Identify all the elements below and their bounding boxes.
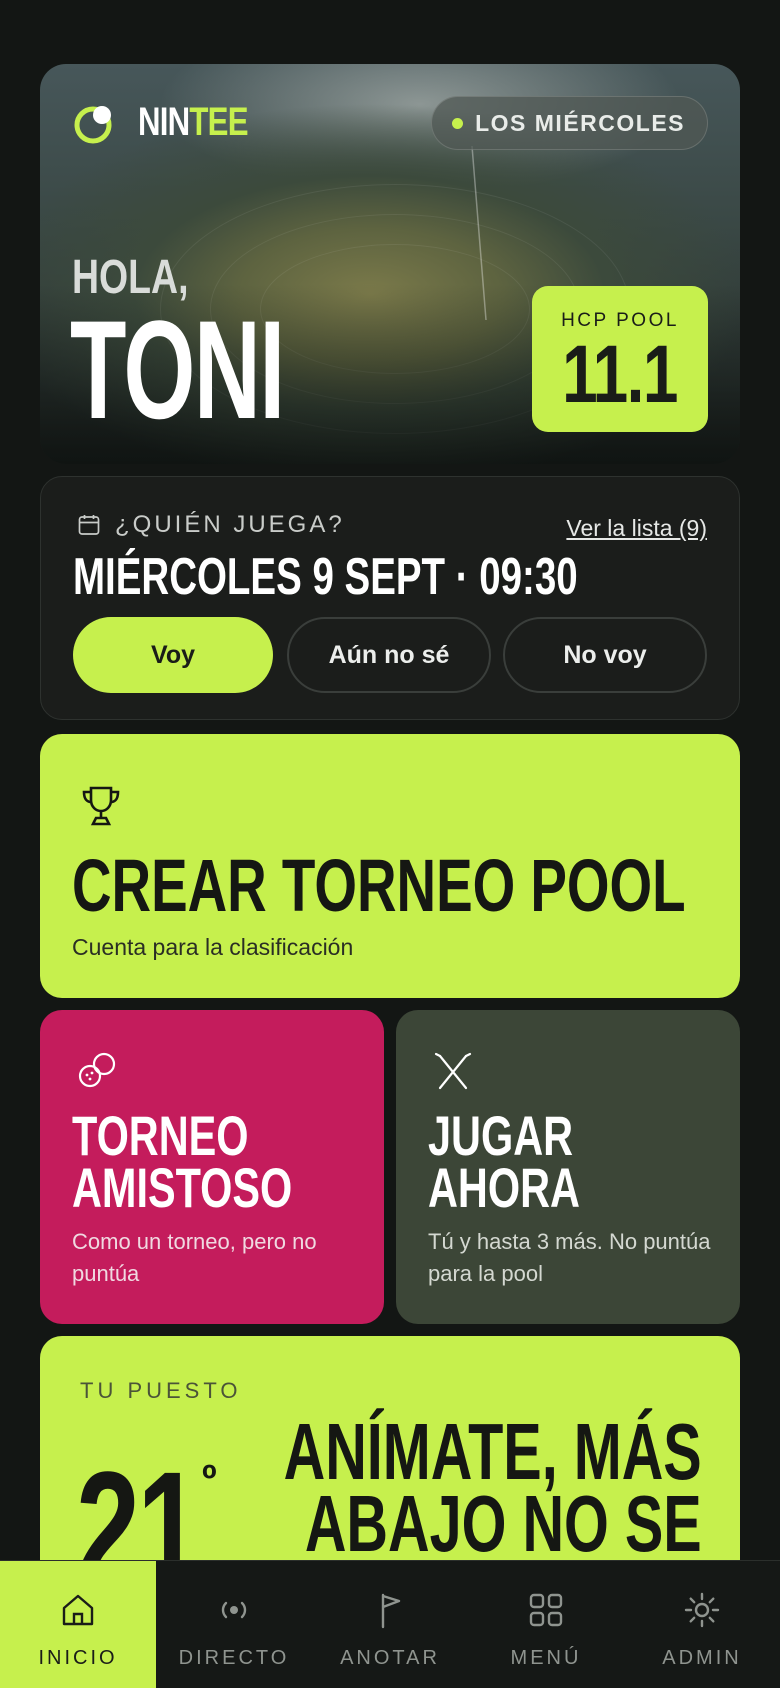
create-pool-subtitle: Cuenta para la clasificación — [72, 934, 354, 960]
play-now-subtitle: Tú y hasta 3 más. No puntúa para la pool — [428, 1229, 711, 1286]
day-pill-label: LOS MIÉRCOLES — [475, 109, 685, 136]
nav-label-menu: MENÚ — [510, 1647, 582, 1669]
friendly-title: TORNEO AMISTOSO — [72, 1104, 293, 1219]
flagstick-decoration — [471, 145, 487, 321]
friendly-tournament-card[interactable]: TORNEO AMISTOSO Como un torneo, pero no … — [40, 1010, 384, 1324]
brand-name-part2: TEE — [189, 100, 248, 144]
bottom-nav: INICIO DIRECTO ANOTAR MENÚ ADMIN — [0, 1560, 780, 1688]
hero-banner: NINTEE LOS MIÉRCOLES HOLA, TONI HCP POOL… — [40, 64, 740, 464]
who-plays-card: ¿QUIÉN JUEGA? Ver la lista (9) MIÉRCOLES… — [40, 476, 740, 720]
game-date: MIÉRCOLES 9 SEPT · 09:30 — [73, 548, 578, 606]
create-pool-title: CREAR TORNEO POOL — [72, 844, 686, 927]
play-now-title: JUGAR AHORA — [428, 1104, 580, 1219]
nav-label-live: DIRECTO — [178, 1647, 290, 1669]
golf-balls-icon — [78, 1052, 116, 1088]
brand-wordmark: NINTEE — [138, 100, 249, 145]
settings-sun-icon — [684, 1592, 720, 1628]
user-name: TONI — [70, 291, 285, 448]
home-icon — [62, 1594, 94, 1626]
play-now-card[interactable]: JUGAR AHORA Tú y hasta 3 más. No puntúa … — [396, 1010, 740, 1324]
rank-message-line1: ANÍMATE, MÁS — [283, 1407, 702, 1496]
nav-label-score: ANOTAR — [340, 1647, 440, 1669]
rank-ordinal: º — [202, 1458, 217, 1502]
rsvp-no-button[interactable]: No voy — [503, 617, 707, 693]
create-pool-tournament-card[interactable]: CREAR TORNEO POOL Cuenta para la clasifi… — [40, 734, 740, 998]
calendar-icon — [78, 515, 100, 535]
friendly-subtitle: Como un torneo, pero no puntúa — [72, 1229, 317, 1286]
rank-message-line2: ABAJO NO SE — [305, 1479, 702, 1568]
nav-label-home: INICIO — [38, 1647, 118, 1669]
status-dot-icon — [452, 117, 464, 129]
hcp-badge: HCP POOL 11.1 — [532, 286, 708, 432]
who-plays-question: ¿QUIÉN JUEGA? — [115, 511, 345, 538]
play-now-title-line1: JUGAR — [428, 1104, 574, 1167]
live-broadcast-icon — [221, 1601, 247, 1619]
play-now-title-line2: AHORA — [428, 1156, 580, 1219]
day-pill[interactable]: LOS MIÉRCOLES — [431, 96, 708, 150]
rsvp-maybe-button[interactable]: Aún no sé — [287, 617, 491, 693]
rsvp-yes-button[interactable]: Voy — [73, 617, 273, 693]
see-list-link[interactable]: Ver la lista (9) — [566, 515, 707, 542]
flag-icon — [381, 1593, 401, 1629]
grid-menu-icon — [529, 1593, 563, 1627]
nav-item-menu[interactable]: MENÚ — [468, 1561, 624, 1688]
nintee-logo-icon — [74, 106, 112, 144]
nav-item-score[interactable]: ANOTAR — [312, 1561, 468, 1688]
nav-label-admin: ADMIN — [662, 1647, 742, 1669]
crossed-clubs-icon — [434, 1052, 472, 1090]
brand-name-part1: NIN — [138, 100, 190, 144]
nav-item-home[interactable]: INICIO — [0, 1561, 156, 1688]
hcp-value: 11.1 — [562, 329, 679, 420]
trophy-icon — [82, 786, 120, 826]
friendly-title-line2: AMISTOSO — [72, 1156, 293, 1219]
nav-item-admin[interactable]: ADMIN — [624, 1561, 780, 1688]
friendly-title-line1: TORNEO — [72, 1104, 249, 1167]
nav-item-live[interactable]: DIRECTO — [156, 1561, 312, 1688]
rank-label: TU PUESTO — [80, 1378, 242, 1403]
rank-message: ANÍMATE, MÁS ABAJO NO SE — [283, 1407, 702, 1568]
